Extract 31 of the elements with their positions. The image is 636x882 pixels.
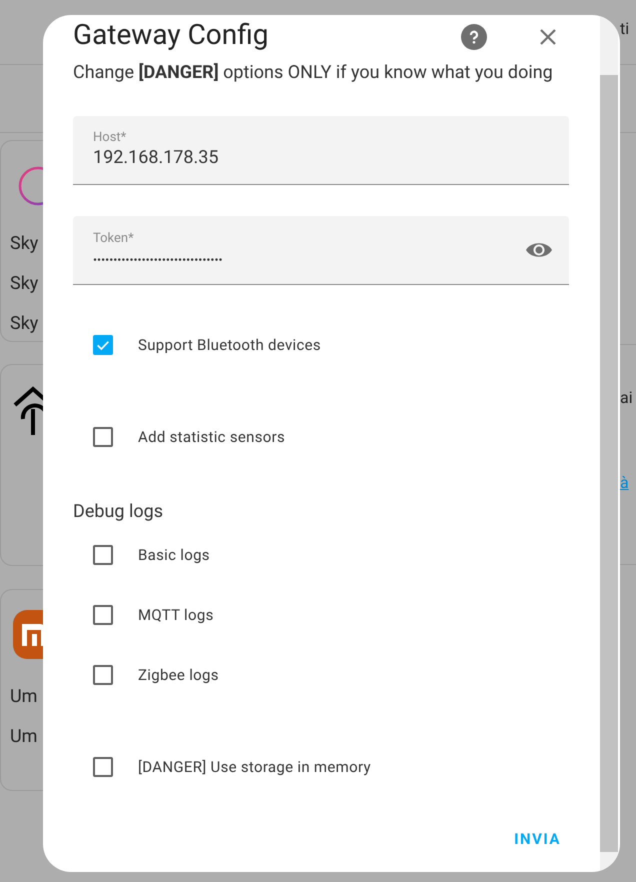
checkbox-label: Zigbee logs <box>138 664 219 686</box>
warning-text: Change [DANGER] options ONLY if you know what you doing <box>73 61 554 85</box>
dialog-title: Gateway Config <box>73 17 270 53</box>
field-label: Token* <box>93 230 135 246</box>
checkbox-label: Add statistic sensors <box>138 426 286 448</box>
field-value: 192.168.178.35 <box>93 146 220 170</box>
checkbox-label: Support Bluetooth devices <box>138 334 321 356</box>
close-icon[interactable] <box>538 27 558 47</box>
checkbox[interactable] <box>93 545 113 565</box>
checkbox[interactable] <box>93 427 113 447</box>
card-text: Um <box>10 725 38 749</box>
section-heading: Debug logs <box>73 500 164 524</box>
card-text: Um <box>10 685 38 709</box>
checkbox-label: [DANGER] Use storage in memory <box>138 756 371 778</box>
help-icon[interactable] <box>461 24 487 50</box>
checkbox-label: MQTT logs <box>138 604 214 626</box>
password-field[interactable]: Token* •••••••••••••••••••••••••••••••• <box>73 216 569 285</box>
field-value: •••••••••••••••••••••••••••••••• <box>93 252 224 268</box>
checkbox[interactable] <box>93 757 113 777</box>
field-label: Host* <box>93 130 128 146</box>
checkbox[interactable] <box>93 335 113 355</box>
house-icon <box>13 385 43 437</box>
card-text: Sky <box>10 272 40 296</box>
card-text: ai <box>620 387 633 409</box>
card-text: Sky <box>10 312 40 336</box>
checkbox-label: Basic logs <box>138 544 210 566</box>
column-header: ti <box>620 18 630 40</box>
card-text: Sky <box>10 232 40 256</box>
checkbox[interactable] <box>93 665 113 685</box>
text-field[interactable]: Host* 192.168.178.35 <box>73 116 569 185</box>
checkbox[interactable] <box>93 605 113 625</box>
